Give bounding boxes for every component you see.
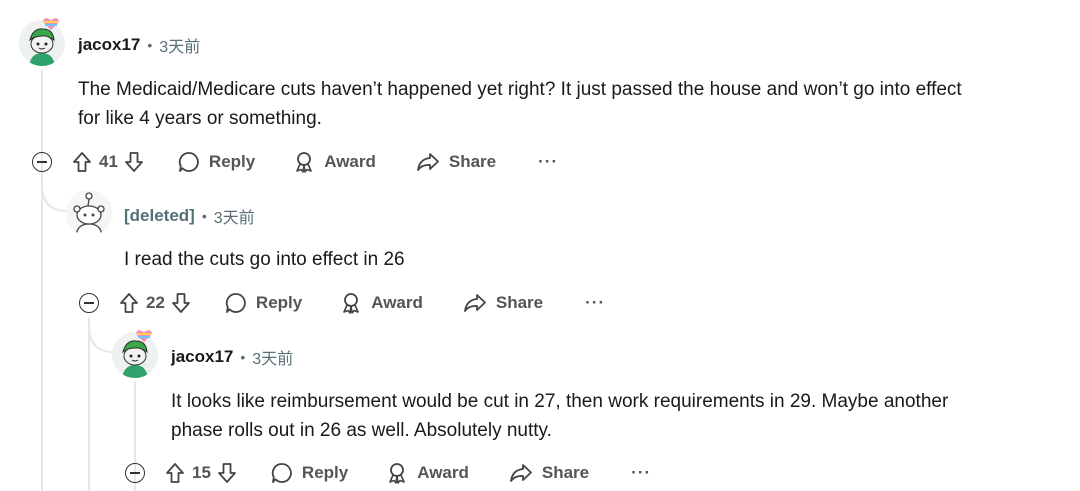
comment-actions: 15 Reply Award Share ···	[125, 458, 651, 488]
share-label: Share	[495, 293, 544, 312]
comment-body: I read the cuts go into effect in 26	[124, 245, 405, 274]
comment-actions: 41 Reply Award Share ···	[32, 147, 558, 177]
award-button[interactable]: Award	[340, 292, 423, 314]
award-label: Award	[371, 293, 423, 312]
collapse-thread-button[interactable]	[125, 463, 145, 483]
vote-controls: 22	[119, 292, 191, 314]
reply-label: Reply	[208, 152, 256, 171]
award-icon	[296, 152, 313, 173]
reply-bubble-icon	[178, 152, 199, 172]
upvote-icon[interactable]	[165, 462, 185, 484]
reply-button[interactable]: Reply	[178, 151, 255, 173]
upvote-icon[interactable]	[119, 292, 139, 314]
reply-button[interactable]: Reply	[271, 462, 348, 484]
downvote-icon[interactable]	[171, 292, 191, 314]
more-options-button[interactable]: ···	[585, 293, 605, 313]
share-button[interactable]: Share	[463, 292, 543, 314]
timestamp[interactable]: 3天前	[159, 33, 200, 57]
comment-body-line: phase rolls out in 26 as well. Absolutel…	[171, 420, 552, 441]
comment-body: It looks like reimbursement would be cut…	[171, 387, 948, 445]
vote-count: 41	[99, 152, 118, 171]
vote-controls: 41	[72, 151, 144, 173]
thread-line-level-1[interactable]	[41, 70, 43, 491]
comment-body-line: I read the cuts go into effect in 26	[124, 249, 405, 270]
comment-meta: jacox17 • 3天前	[171, 345, 293, 369]
share-button[interactable]: Share	[416, 151, 496, 173]
share-button[interactable]: Share	[509, 462, 589, 484]
reply-label: Reply	[255, 293, 303, 312]
comment-actions: 22 Reply Award Share ···	[79, 288, 605, 318]
reply-bubble-icon	[225, 293, 246, 313]
share-label: Share	[541, 463, 590, 482]
downvote-icon[interactable]	[124, 151, 144, 173]
meta-separator: •	[201, 208, 207, 224]
comment-body-line: The Medicaid/Medicare cuts haven’t happe…	[78, 79, 962, 100]
collapse-thread-button[interactable]	[32, 152, 52, 172]
timestamp[interactable]: 3天前	[252, 345, 293, 369]
vote-count: 22	[146, 293, 165, 312]
share-arrow-icon	[463, 294, 486, 312]
comment-body-line: for like 4 years or something.	[78, 108, 322, 129]
avatar[interactable]	[66, 190, 112, 236]
pride-heart-icon	[43, 18, 59, 30]
comment-meta: jacox17 • 3天前	[78, 33, 200, 57]
award-icon	[389, 463, 406, 484]
award-icon	[343, 293, 360, 314]
deleted-snoo-avatar-icon	[66, 190, 112, 236]
reply-label: Reply	[301, 463, 349, 482]
upvote-icon[interactable]	[72, 151, 92, 173]
more-options-button[interactable]: ···	[538, 152, 558, 172]
comment-body: The Medicaid/Medicare cuts haven’t happe…	[78, 75, 962, 133]
share-arrow-icon	[416, 153, 439, 171]
vote-count: 15	[192, 463, 211, 482]
award-button[interactable]: Award	[293, 151, 376, 173]
comment-thread: jacox17 • 3天前 The Medicaid/Medicare cuts…	[0, 0, 1080, 491]
username-label: [deleted]	[124, 206, 195, 225]
username-link[interactable]: jacox17	[171, 347, 233, 367]
comment-meta: [deleted] • 3天前	[124, 204, 255, 228]
downvote-icon[interactable]	[217, 462, 237, 484]
award-label: Award	[324, 152, 376, 171]
vote-controls: 15	[165, 462, 237, 484]
comment-body-line: It looks like reimbursement would be cut…	[171, 391, 949, 412]
reply-bubble-icon	[271, 463, 292, 483]
timestamp[interactable]: 3天前	[214, 204, 255, 228]
collapse-thread-button[interactable]	[79, 293, 99, 313]
share-label: Share	[448, 152, 497, 171]
meta-separator: •	[240, 349, 246, 365]
meta-separator: •	[147, 37, 153, 53]
more-options-button[interactable]: ···	[631, 463, 651, 483]
reply-button[interactable]: Reply	[225, 292, 302, 314]
award-button[interactable]: Award	[386, 462, 469, 484]
share-arrow-icon	[509, 464, 532, 482]
award-label: Award	[417, 463, 469, 482]
pride-heart-icon	[136, 330, 152, 342]
username-link[interactable]: jacox17	[78, 35, 140, 55]
